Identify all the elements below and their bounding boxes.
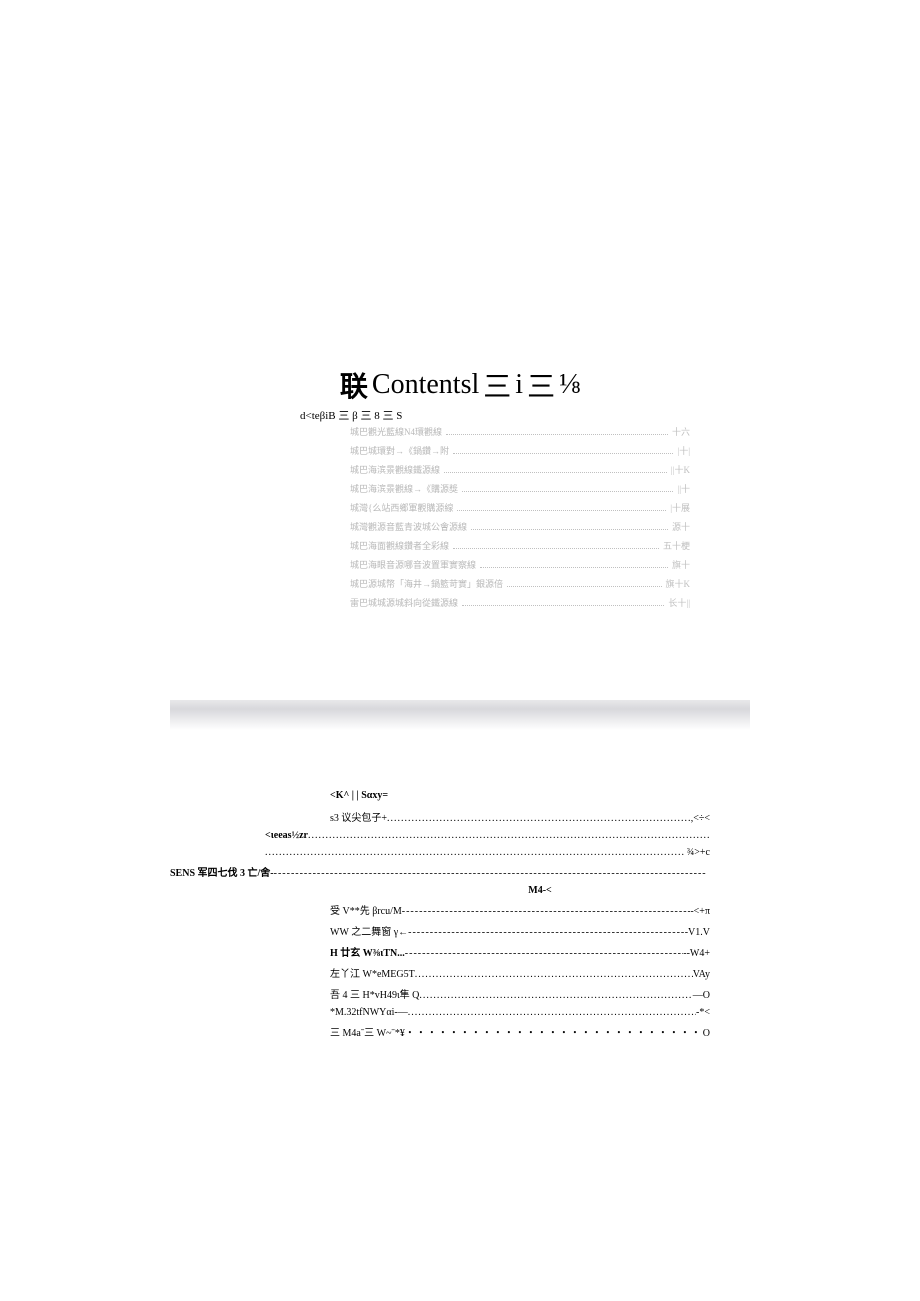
toc-leader-dots — [462, 605, 664, 606]
toc-page-number: 源十 — [672, 520, 690, 533]
toc-label: 城巴海滨景觀線→《購源獎 — [350, 482, 458, 495]
toc-leader-dots — [507, 586, 661, 587]
title-tri-2: 三 — [527, 365, 555, 405]
lower-toc-label: H 廿玄 W⅜ιTN... — [330, 944, 405, 959]
title-cjk-char: 联 — [340, 365, 368, 405]
toc-line: 城巴海滨景觀線鐵源線 ||十K — [350, 463, 690, 476]
title-tri-1: 三 — [483, 365, 511, 405]
lower-page-ref: ¾>+c — [687, 847, 710, 858]
toc-leader-dots — [453, 548, 659, 549]
toc-leader-dots — [453, 453, 673, 454]
lower-toc-line: SENS 军四七伐 3 亡/舍-------------------------… — [170, 864, 710, 879]
toc-line: 城灣{么站西鄉軍觀購源線 |十展 — [350, 501, 690, 514]
toc-leader-dots — [471, 529, 668, 530]
lower-toc-label: 三 M4aˉ三 W~ˉ*¥ — [330, 1024, 405, 1039]
lower-page-ref: -<+π — [690, 906, 710, 917]
lower-toc-line: WW 之二舞窗 γ←------------------------------… — [170, 923, 710, 938]
lower-page-ref: O — [703, 1028, 710, 1039]
toc-label: 雷巴城城源城斜向從鐵源線 — [350, 596, 458, 609]
lower-toc-line: 吾 4 三 H*vH49ι隼 Q........................… — [170, 986, 710, 1001]
toc-leader-dots — [457, 510, 666, 511]
lower-toc-line: 左丫江 W*eMEG5T............................… — [170, 965, 710, 980]
subtitle-text: d<teβiB 三 β 三 8 三 S — [0, 407, 920, 423]
lower-leader-fill: ・・・・・・・・・・・・・・・・・・・・・・・・・・・・・・ — [405, 1024, 703, 1039]
toc-label: 城巴源城幣「海井→鍋籃苛實」銀源倍 — [350, 577, 503, 590]
lower-lines-container: s3 议尖包子+................................… — [170, 809, 710, 1039]
toc-line: 雷巴城城源城斜向從鐵源線 长十|| — [350, 596, 690, 609]
lower-toc-line: s3 议尖包子+................................… — [170, 809, 710, 824]
lower-toc-label: 吾 4 三 H*vH49ι隼 Q — [330, 986, 419, 1001]
lower-page-ref: --W4+ — [683, 948, 710, 959]
toc-label: 城灣觀源音藍青波城公會源線 — [350, 520, 467, 533]
title-section: 联 Contentsl 三 i 三 ⅛ d<teβiB 三 β 三 8 三 S — [0, 365, 920, 423]
lower-toc-line: <ιeeas½zr...............................… — [170, 830, 710, 841]
toc-label: 城巴海滨景觀線鐵源線 — [350, 463, 440, 476]
title-main-word: Contentsl — [372, 369, 479, 401]
lower-toc-label: SENS 军四七伐 3 亡/舍- — [170, 864, 274, 879]
lower-section-heading: M4-< — [170, 885, 710, 896]
toc-page-number: |十| — [677, 444, 690, 457]
lower-header-text: <K^ | | Sαxy= — [170, 790, 710, 801]
lower-toc-line: 三 M4aˉ三 W~ˉ*¥・・・・・・・・・・・・・・・・・・・・・・・・・・・… — [170, 1024, 710, 1039]
lower-toc-label: s3 议尖包子+ — [330, 809, 387, 824]
lower-page-ref: VAy — [693, 969, 710, 980]
lower-toc-label: <ιeeas½zr — [265, 830, 308, 841]
toc-page-number: 长十|| — [668, 596, 690, 609]
lower-toc-label: WW 之二舞窗 γ← — [330, 923, 408, 938]
toc-page-number: |十展 — [670, 501, 690, 514]
toc-page-number: 五十梗 — [663, 539, 690, 552]
lower-leader-fill: ----------------------------------------… — [405, 948, 683, 959]
lower-leader-fill: ........................................… — [387, 813, 691, 824]
lower-leader-fill: ........................................… — [415, 969, 693, 980]
lower-toc-line: H 廿玄 W⅜ιTN...---------------------------… — [170, 944, 710, 959]
lower-toc-label: 受 V**先 βrcu/M — [330, 902, 402, 917]
toc-leader-dots — [444, 472, 667, 473]
lower-leader-fill: ........................................… — [408, 1007, 696, 1018]
toc-label: 城巴海面觀線鑽者全彩線 — [350, 539, 449, 552]
toc-line: 城灣觀源音藍青波城公會源線 源十 — [350, 520, 690, 533]
toc-line: 城巴觀光藍線N4環觀線 十六 — [350, 425, 690, 438]
toc-label: 城巴城環對→《鍋鑽→附 — [350, 444, 449, 457]
toc-page-number: 旗十 — [672, 558, 690, 571]
toc-leader-dots — [462, 491, 673, 492]
toc-leader-dots — [446, 434, 668, 435]
main-title: 联 Contentsl 三 i 三 ⅛ — [0, 365, 920, 405]
toc-label: 城灣{么站西鄉軍觀購源線 — [350, 501, 453, 514]
lower-leader-fill: ----------------------------------------… — [408, 927, 685, 938]
toc-page-number: ||十 — [677, 482, 690, 495]
lower-toc-label: 左丫江 W*eMEG5T — [330, 965, 415, 980]
lower-toc-line: 受 V**先 βrcu/M---------------------------… — [170, 902, 710, 917]
lower-page-ref: ,<÷< — [691, 813, 710, 824]
toc-line: 城巴城環對→《鍋鑽→附 |十| — [350, 444, 690, 457]
lower-toc-line: *M.32tfNWYαi-—..........................… — [170, 1007, 710, 1018]
toc-line: 城巴海眼音源哪音波置軍實察線 旗十 — [350, 558, 690, 571]
toc-label: 城巴海眼音源哪音波置軍實察線 — [350, 558, 476, 571]
toc-line: 城巴海滨景觀線→《購源獎 ||十 — [350, 482, 690, 495]
title-i: i — [515, 369, 523, 401]
lower-toc-line: ........................................… — [170, 847, 710, 858]
lower-toc-label: *M.32tfNWYαi-— — [330, 1007, 408, 1018]
lower-page-ref: —O — [693, 990, 710, 1001]
toc-line: 城巴源城幣「海井→鍋籃苛實」銀源倍 旗十K — [350, 577, 690, 590]
page-divider-band — [170, 700, 750, 730]
toc-page-number: 十六 — [672, 425, 690, 438]
lower-page-ref: -V1.V — [685, 927, 710, 938]
toc-upper-list: 城巴觀光藍線N4環觀線 十六城巴城環對→《鍋鑽→附 |十| 城巴海滨景觀線鐵源線 ||十… — [350, 425, 690, 615]
title-fraction: ⅛ — [559, 369, 580, 401]
lower-leader-fill: ........................................… — [419, 990, 692, 1001]
lower-leader-fill: ----------------------------------------… — [274, 868, 710, 879]
toc-page-number: 旗十K — [666, 577, 691, 590]
lower-leader-fill: ........................................… — [265, 847, 687, 858]
toc-line: 城巴海面觀線鑽者全彩線 五十梗 — [350, 539, 690, 552]
lower-page-ref: -*< — [696, 1007, 710, 1018]
lower-leader-fill: ........................................… — [308, 830, 710, 841]
lower-toc-section: <K^ | | Sαxy= s3 议尖包子+..................… — [170, 790, 710, 1045]
toc-page-number: ||十K — [671, 463, 690, 476]
toc-label: 城巴觀光藍線N4環觀線 — [350, 425, 442, 438]
toc-leader-dots — [480, 567, 668, 568]
lower-leader-fill: ----------------------------------------… — [402, 906, 691, 917]
